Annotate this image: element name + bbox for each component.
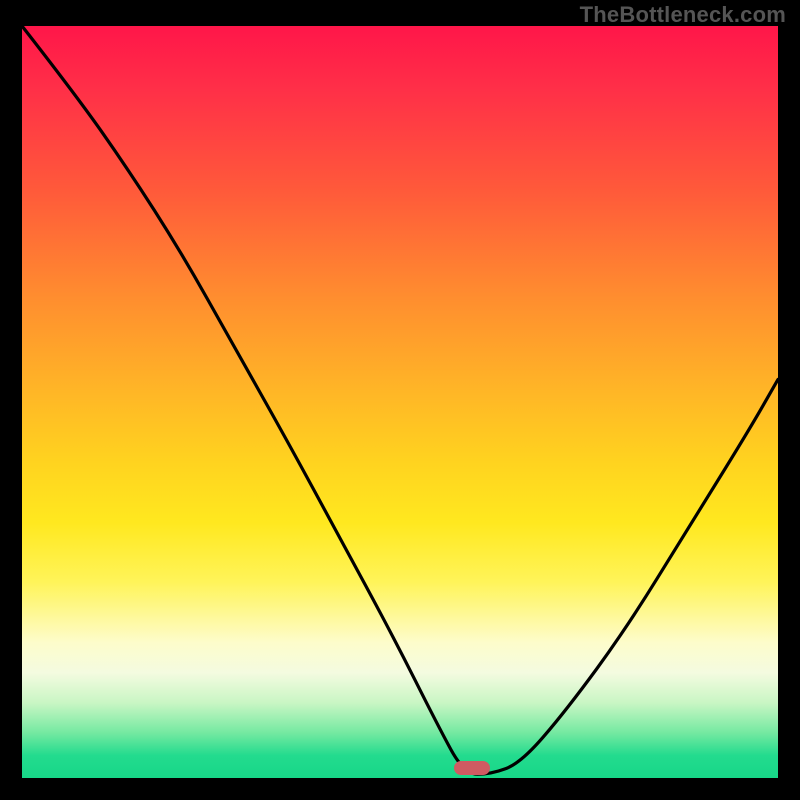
optimal-marker — [454, 761, 490, 775]
plot-area — [22, 26, 778, 778]
chart-frame: TheBottleneck.com — [0, 0, 800, 800]
watermark-text: TheBottleneck.com — [580, 2, 786, 28]
bottleneck-curve-path — [22, 26, 778, 774]
curve-layer — [22, 26, 778, 778]
